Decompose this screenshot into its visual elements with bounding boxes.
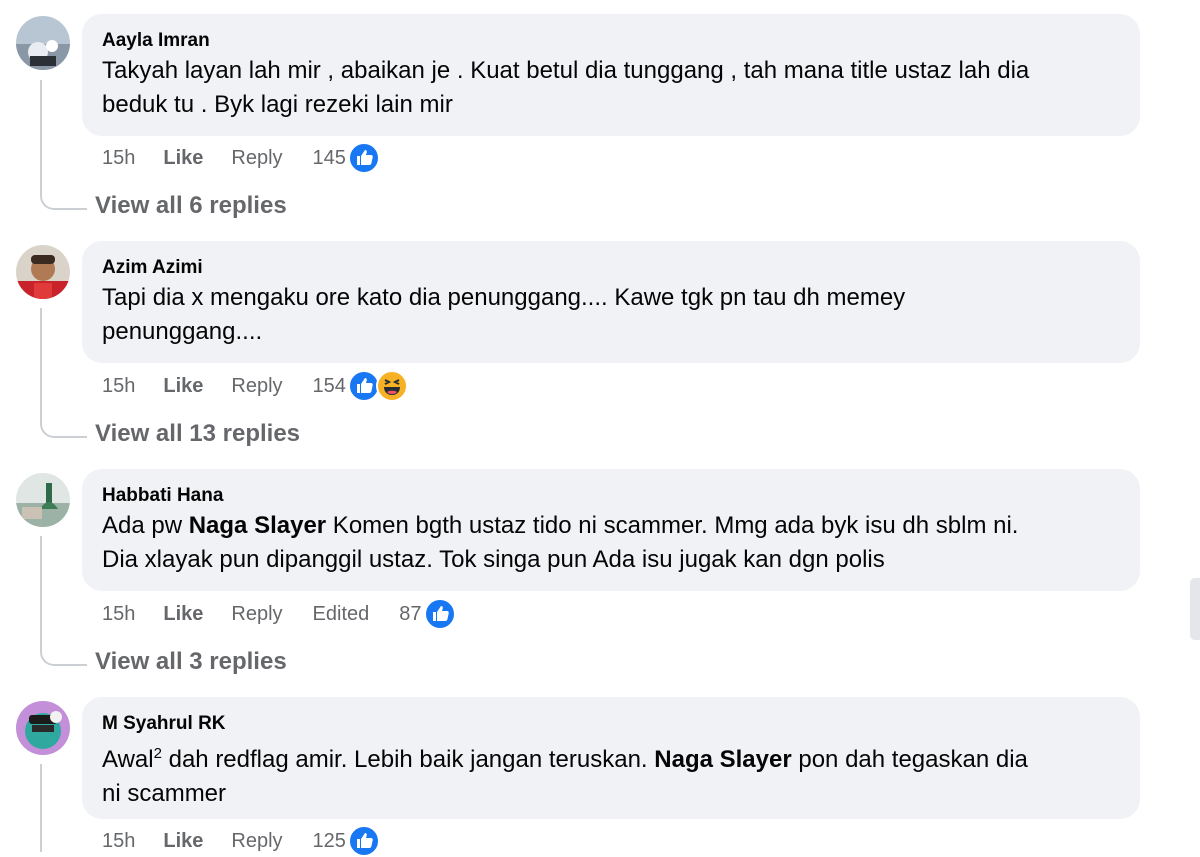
- reaction-count[interactable]: 87: [399, 603, 421, 626]
- comment-text-line: ni scammer: [102, 780, 227, 807]
- reply-button[interactable]: Reply: [231, 375, 282, 398]
- comment-text: Takyah layan lah mir , abaikan je . Kuat…: [102, 54, 1120, 122]
- mention-link[interactable]: Naga Slayer: [189, 512, 326, 539]
- like-reaction-icon[interactable]: [423, 598, 456, 630]
- comment-bubble: Azim Azimi Tapi dia x mengaku ore kato d…: [82, 241, 1140, 363]
- comment-text-line: Awal2 dah redflag amir. Lebih baik janga…: [102, 737, 1120, 777]
- comment-actions: 15h Like Reply 154: [102, 370, 408, 402]
- comment-text-line: beduk tu . Byk lagi rezeki lain mir: [102, 91, 453, 118]
- avatar[interactable]: [16, 701, 70, 755]
- reaction-count[interactable]: 125: [313, 830, 346, 853]
- avatar[interactable]: [16, 245, 70, 299]
- comment-text-segment: Awal: [102, 746, 154, 773]
- like-reaction-icon[interactable]: [347, 825, 380, 857]
- comment-text: Ada pw Naga Slayer Komen bgth ustaz tido…: [102, 509, 1120, 577]
- reaction-count[interactable]: 154: [313, 375, 346, 398]
- comment-text-segment: Ada pw: [102, 512, 189, 539]
- thread-connector: [40, 308, 87, 438]
- like-button[interactable]: Like: [163, 375, 203, 398]
- like-button[interactable]: Like: [163, 147, 203, 170]
- comment-author[interactable]: M Syahrul RK: [102, 713, 1120, 735]
- reply-button[interactable]: Reply: [231, 830, 282, 853]
- view-replies-link[interactable]: View all 13 replies: [95, 420, 300, 448]
- haha-reaction-icon[interactable]: [375, 370, 408, 402]
- comment-actions: 15h Like Reply 145: [102, 142, 380, 174]
- comment-text-segment: pon dah tegaskan dia: [791, 746, 1028, 773]
- superscript: 2: [153, 745, 162, 762]
- comment-bubble: Aayla Imran Takyah layan lah mir , abaik…: [82, 14, 1140, 136]
- reaction-count[interactable]: 145: [313, 147, 346, 170]
- comment-text-segment: dah redflag amir. Lebih baik jangan teru…: [161, 746, 655, 773]
- comment-timestamp[interactable]: 15h: [102, 603, 135, 626]
- edited-label[interactable]: Edited: [313, 603, 370, 626]
- view-replies-link[interactable]: View all 3 replies: [95, 648, 287, 676]
- comment-timestamp[interactable]: 15h: [102, 830, 135, 853]
- comment-author[interactable]: Aayla Imran: [102, 30, 1120, 52]
- comment-text-line: penunggang....: [102, 318, 263, 345]
- comment-text-segment: Komen bgth ustaz tido ni scammer. Mmg ad…: [326, 512, 1019, 539]
- comment-text-line: Dia xlayak pun dipanggil ustaz. Tok sing…: [102, 546, 885, 573]
- comment-text: Awal2 dah redflag amir. Lebih baik janga…: [102, 737, 1120, 811]
- comment-actions: 15h Like Reply Edited 87: [102, 598, 456, 630]
- comment-bubble: M Syahrul RK Awal2 dah redflag amir. Leb…: [82, 697, 1140, 819]
- view-replies-link[interactable]: View all 6 replies: [95, 192, 287, 220]
- thread-connector: [40, 764, 87, 852]
- scrollbar-thumb[interactable]: [1190, 578, 1200, 640]
- mention-link[interactable]: Naga Slayer: [654, 746, 791, 773]
- like-button[interactable]: Like: [163, 603, 203, 626]
- like-reaction-icon[interactable]: [347, 142, 380, 174]
- thread-connector: [40, 80, 87, 210]
- thread-connector: [40, 536, 87, 666]
- comment-text-line: Takyah layan lah mir , abaikan je . Kuat…: [102, 57, 1030, 84]
- comment-text: Tapi dia x mengaku ore kato dia penungga…: [102, 281, 1120, 349]
- comment-author[interactable]: Azim Azimi: [102, 257, 1120, 279]
- reply-button[interactable]: Reply: [231, 147, 282, 170]
- like-button[interactable]: Like: [163, 830, 203, 853]
- avatar[interactable]: [16, 16, 70, 70]
- comment-text-line: Ada pw Naga Slayer Komen bgth ustaz tido…: [102, 509, 1120, 543]
- avatar[interactable]: [16, 473, 70, 527]
- reply-button[interactable]: Reply: [231, 603, 282, 626]
- comment-author[interactable]: Habbati Hana: [102, 485, 1120, 507]
- comment-bubble: Habbati Hana Ada pw Naga Slayer Komen bg…: [82, 469, 1140, 591]
- comment-text-line: Tapi dia x mengaku ore kato dia penungga…: [102, 284, 906, 311]
- comment-timestamp[interactable]: 15h: [102, 147, 135, 170]
- comment-timestamp[interactable]: 15h: [102, 375, 135, 398]
